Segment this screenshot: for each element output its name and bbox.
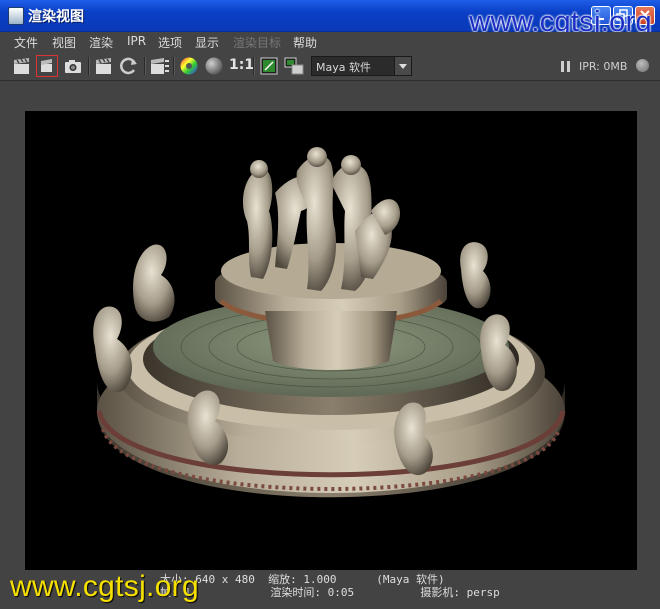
pause-icon-bar xyxy=(567,61,570,72)
clapperboard-icon xyxy=(14,58,29,74)
renderer-select[interactable]: Maya 软件 xyxy=(311,56,412,76)
zoom-level: 缩放: 1.000 xyxy=(268,573,337,586)
camera-name: 摄影机: persp xyxy=(420,586,500,599)
toolbar-separator xyxy=(253,57,255,75)
watermark-bottom: www.cgtsj.org xyxy=(10,570,199,603)
snapshot-button[interactable] xyxy=(62,55,84,77)
toolbar-separator xyxy=(173,57,175,75)
renderer-name: (Maya 软件) xyxy=(376,573,445,586)
rendered-image[interactable] xyxy=(25,111,637,570)
refresh-icon xyxy=(120,57,137,75)
toolbar-separator xyxy=(144,57,146,75)
render-settings-icon xyxy=(151,58,169,74)
render-stats-line-1: 大小: 640 x 480 缩放: 1.000 (Maya 软件) xyxy=(160,573,445,586)
pause-ipr-button[interactable] xyxy=(561,61,571,72)
ipr-render-button[interactable] xyxy=(93,55,115,77)
keep-image-button[interactable] xyxy=(258,55,280,77)
menu-bar: 文件 视图 渲染 IPR 选项 显示 渲染目标 帮助 xyxy=(0,32,660,52)
display-alpha-button[interactable] xyxy=(203,55,225,77)
render-settings-button[interactable] xyxy=(149,55,171,77)
color-wheel-icon xyxy=(180,57,198,75)
fountain-render xyxy=(93,147,566,498)
app-icon xyxy=(8,7,24,25)
ipr-memory-label: IPR: 0MB xyxy=(579,60,628,73)
render-time: 渲染时间: 0:05 xyxy=(270,586,355,599)
real-size-button[interactable]: 1:1 xyxy=(229,57,254,73)
camera-icon xyxy=(65,60,81,73)
ipr-status-indicator[interactable] xyxy=(636,59,649,72)
menu-help[interactable]: 帮助 xyxy=(293,34,317,51)
remove-image-icon xyxy=(284,57,304,75)
pause-icon xyxy=(561,61,564,72)
toolbar: 1:1 Maya 软件 IPR: 0MB xyxy=(0,52,660,81)
remove-image-button[interactable] xyxy=(283,55,305,77)
window-title: 渲染视图 xyxy=(28,9,84,25)
render-view-window: 渲染视图 www.cgtsj.org 文件 视图 渲染 IPR 选项 显示 渲染… xyxy=(0,0,660,609)
refresh-ipr-button[interactable] xyxy=(118,55,140,77)
display-rgb-button[interactable] xyxy=(178,55,200,77)
renderer-select-value: Maya 软件 xyxy=(316,61,371,74)
render-stats-line-2: 帧: 1 渲染时间: 0:05 摄影机: persp xyxy=(160,586,500,599)
alpha-sphere-icon xyxy=(205,57,223,75)
render-region-button[interactable] xyxy=(36,55,58,77)
keep-image-icon xyxy=(260,57,278,75)
menu-view[interactable]: 视图 xyxy=(52,34,76,51)
chevron-down-icon[interactable] xyxy=(394,57,411,75)
ipr-clapperboard-icon xyxy=(96,58,111,74)
menu-render[interactable]: 渲染 xyxy=(89,34,113,51)
menu-render-target[interactable]: 渲染目标 xyxy=(233,34,281,51)
menu-options[interactable]: 选项 xyxy=(158,34,182,51)
menu-display[interactable]: 显示 xyxy=(195,34,219,51)
render-viewport[interactable]: 大小: 640 x 480 缩放: 1.000 (Maya 软件) 帧: 1 渲… xyxy=(0,81,660,609)
menu-file[interactable]: 文件 xyxy=(14,34,38,51)
menu-ipr[interactable]: IPR xyxy=(127,34,146,48)
redo-render-button[interactable] xyxy=(11,55,33,77)
render-region-icon xyxy=(41,59,52,72)
toolbar-separator xyxy=(88,57,90,75)
